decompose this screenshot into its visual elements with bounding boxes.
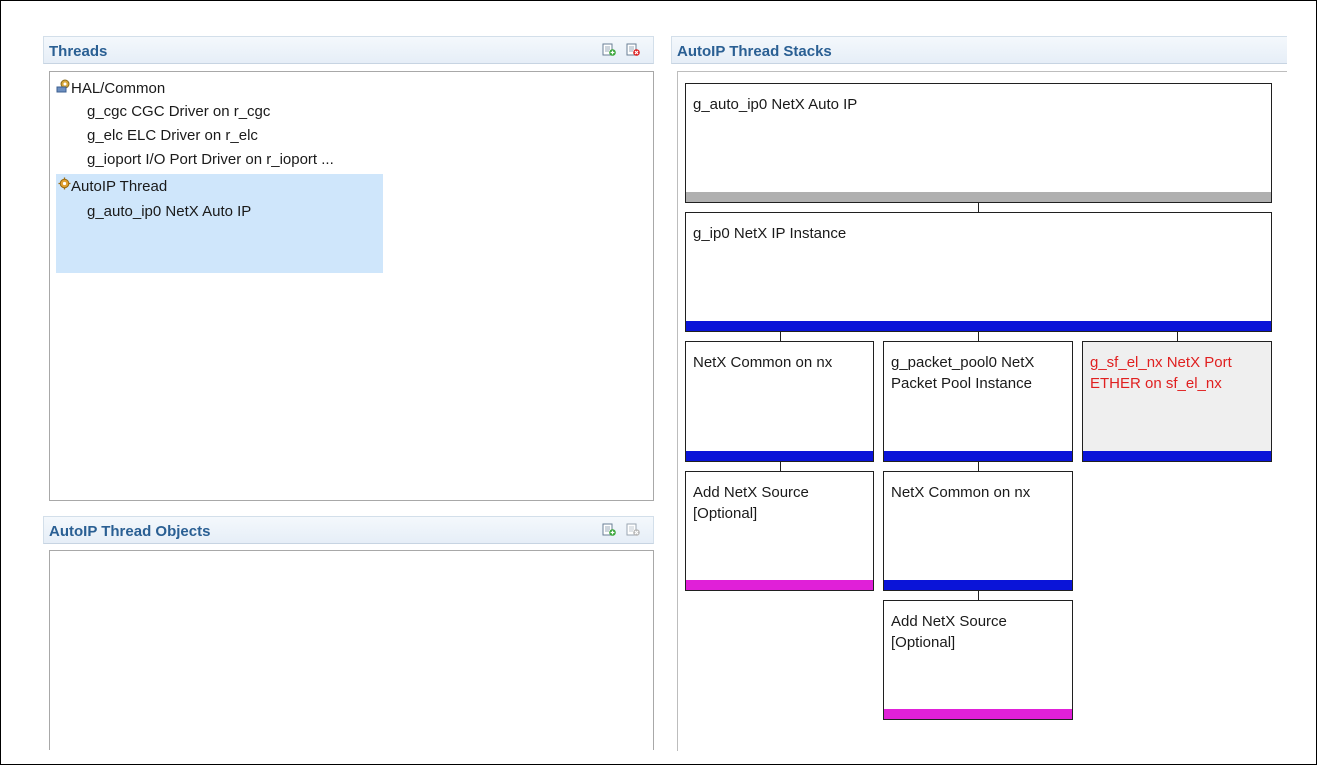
hal-common-icon: [56, 78, 71, 94]
stack-block-auto-ip[interactable]: g_auto_ip0 NetX Auto IP: [685, 83, 1272, 203]
stack-block-label: g_sf_el_nx NetX Port ETHER on sf_el_nx: [1090, 354, 1232, 392]
stack-block-label: Add NetX Source [Optional]: [891, 613, 1007, 651]
remove-thread-icon[interactable]: [626, 42, 640, 57]
thread-gear-icon: [58, 177, 71, 191]
stack-block-ip-instance[interactable]: g_ip0 NetX IP Instance: [685, 212, 1272, 332]
stack-block-bar: [884, 709, 1072, 719]
stack-block-packet-pool[interactable]: g_packet_pool0 NetX Packet Pool Instance: [883, 341, 1073, 462]
tree-node-label: g_ioport I/O Port Driver on r_ioport ...: [87, 151, 334, 168]
tree-node-elc[interactable]: g_elc ELC Driver on r_elc: [87, 126, 258, 145]
objects-panel-header: AutoIP Thread Objects: [43, 516, 654, 544]
stack-block-bar: [884, 580, 1072, 590]
tree-node-ioport[interactable]: g_ioport I/O Port Driver on r_ioport ...: [87, 150, 334, 169]
threads-panel-header: Threads: [43, 36, 654, 64]
objects-list[interactable]: [49, 550, 654, 750]
tree-node-autoip-thread[interactable]: AutoIP Thread: [58, 177, 167, 196]
stacks-panel-title: AutoIP Thread Stacks: [677, 43, 832, 60]
stack-block-netx-common-2[interactable]: NetX Common on nx: [883, 471, 1073, 591]
tree-node-auto-ip0[interactable]: g_auto_ip0 NetX Auto IP: [87, 202, 251, 221]
tree-node-label: HAL/Common: [71, 80, 166, 97]
remove-object-icon[interactable]: [626, 522, 640, 537]
tree-node-hal-common[interactable]: HAL/Common: [56, 78, 165, 98]
objects-panel-title: AutoIP Thread Objects: [49, 523, 211, 540]
stack-block-bar: [686, 451, 873, 461]
tree-node-cgc[interactable]: g_cgc CGC Driver on r_cgc: [87, 102, 270, 121]
stacks-panel-header: AutoIP Thread Stacks: [671, 36, 1287, 64]
stack-block-bar: [1083, 451, 1271, 461]
stack-block-label: NetX Common on nx: [693, 354, 833, 371]
tree-node-label: g_auto_ip0 NetX Auto IP: [87, 203, 252, 220]
stack-block-bar: [686, 192, 1271, 202]
threads-panel-title: Threads: [49, 43, 108, 60]
stack-block-netx-common[interactable]: NetX Common on nx: [685, 341, 874, 462]
add-object-icon[interactable]: [602, 522, 616, 537]
stack-block-add-netx-source[interactable]: Add NetX Source [Optional]: [685, 471, 874, 591]
stack-block-label: Add NetX Source [Optional]: [693, 484, 809, 522]
stack-block-bar: [884, 451, 1072, 461]
stack-block-label: NetX Common on nx: [891, 484, 1031, 501]
stack-block-label: g_auto_ip0 NetX Auto IP: [693, 96, 858, 113]
tree-node-label: g_cgc CGC Driver on r_cgc: [87, 103, 271, 120]
stack-block-label: g_ip0 NetX IP Instance: [693, 225, 847, 242]
stack-block-bar: [686, 580, 873, 590]
tree-node-label: g_elc ELC Driver on r_elc: [87, 127, 258, 144]
stack-block-label: g_packet_pool0 NetX Packet Pool Instance: [891, 354, 1035, 392]
tree-node-label: AutoIP Thread: [71, 178, 168, 195]
add-thread-icon[interactable]: [602, 42, 616, 57]
stack-block-add-netx-source-2[interactable]: Add NetX Source [Optional]: [883, 600, 1073, 720]
stack-block-sf-el-nx[interactable]: g_sf_el_nx NetX Port ETHER on sf_el_nx: [1082, 341, 1272, 462]
stack-block-bar: [686, 321, 1271, 331]
